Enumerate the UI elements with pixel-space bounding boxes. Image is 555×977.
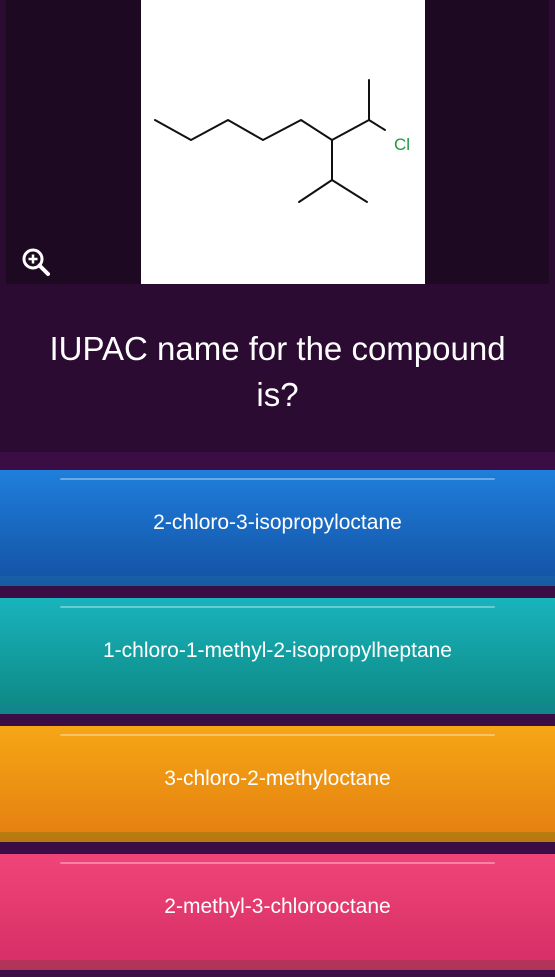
answer-option-3[interactable]: 3-chloro-2-methyloctane (0, 726, 555, 842)
question-text: IUPAC name for the compound is? (0, 326, 555, 418)
skeletal-formula: Cl (154, 79, 410, 203)
isopropyl-branch-right (331, 179, 368, 203)
question-line-1: IUPAC name for the compound (49, 330, 506, 367)
question-line-2: is? (256, 376, 299, 413)
answer-option-2[interactable]: 1-chloro-1-methyl-2-isopropylheptane (0, 598, 555, 714)
isopropyl-branch-left (298, 179, 333, 203)
molecule-structure-image: Cl (141, 0, 425, 284)
chlorine-bond (368, 119, 386, 131)
chlorine-label: Cl (394, 135, 410, 154)
zoom-in-icon (22, 248, 50, 276)
answer-option-1-label: 2-chloro-3-isopropyloctane (153, 511, 402, 534)
question-image-frame: Cl (6, 0, 549, 284)
main-chain-bonds (154, 119, 370, 141)
answer-option-1[interactable]: 2-chloro-3-isopropyloctane (0, 470, 555, 586)
answer-option-4-label: 2-methyl-3-chlorooctane (164, 895, 391, 918)
answer-option-2-label: 1-chloro-1-methyl-2-isopropylheptane (102, 639, 452, 662)
answer-option-3-label: 3-chloro-2-methyloctane (164, 767, 391, 790)
answer-option-4[interactable]: 2-methyl-3-chlorooctane (0, 854, 555, 970)
zoom-in-button[interactable] (20, 246, 52, 278)
